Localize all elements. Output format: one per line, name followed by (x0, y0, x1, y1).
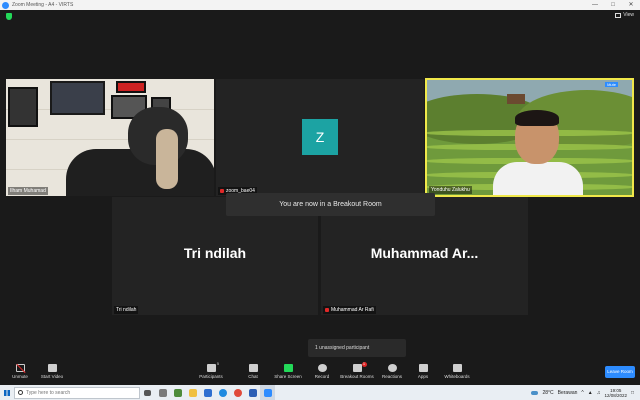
window-title: Zoom Meeting - A4 - VIRTS (12, 2, 74, 8)
whiteboards-button[interactable]: Whiteboards (437, 364, 477, 379)
close-button[interactable]: ✕ (622, 0, 640, 10)
meeting-toolbar: Unmute Start Video 5 Participants Chat S… (0, 362, 640, 384)
meeting-top-bar: View (0, 10, 640, 24)
mic-muted-icon (325, 308, 329, 312)
taskbar-app-5[interactable] (215, 385, 230, 400)
taskbar-app-1[interactable] (155, 385, 170, 400)
zoom-logo-icon (2, 1, 9, 9)
network-icon[interactable]: ▲ (588, 390, 593, 396)
start-video-button[interactable]: Start Video (32, 364, 72, 379)
record-icon (317, 364, 327, 372)
system-tray: 28°C Berawan ^ ▲ ♫ 19:05 12/08/2022 □ (531, 388, 640, 398)
participant-body (493, 162, 583, 195)
record-button[interactable]: Record (302, 364, 342, 379)
weather-text[interactable]: Berawan (558, 390, 578, 396)
participants-icon: 5 (206, 362, 219, 372)
chevron-up-icon[interactable]: ^ (581, 390, 583, 396)
participant-display-name: Muhammad Ar... (370, 245, 479, 261)
task-view-button[interactable] (140, 385, 155, 400)
apps-icon (418, 364, 428, 372)
search-input[interactable] (26, 389, 126, 396)
taskbar-app-3[interactable] (185, 385, 200, 400)
view-button[interactable]: View (615, 12, 634, 18)
picture-frame (8, 87, 38, 127)
start-button[interactable] (0, 385, 14, 400)
participant-name-label: Tri ndilah (114, 306, 139, 314)
word-icon (248, 388, 257, 397)
participant-name-label: Ilham Muhamad (8, 187, 48, 195)
folder-icon (188, 388, 197, 397)
window-controls: — □ ✕ (586, 0, 640, 10)
video-tile-yonduhu[interactable]: Mute Yonduhu Zalukhu (425, 78, 634, 197)
participant-hair (515, 110, 559, 126)
windows-logo-icon (4, 389, 10, 396)
taskbar-app-6[interactable] (230, 385, 245, 400)
participants-button[interactable]: 5 Participants (191, 362, 231, 379)
notifications-icon[interactable]: □ (631, 390, 634, 396)
chrome-icon (233, 388, 242, 397)
chat-icon (248, 364, 258, 372)
reactions-icon (387, 364, 397, 372)
avatar: Z (302, 119, 338, 155)
edge-icon (218, 388, 227, 397)
participant-display-name: Tri ndilah (183, 245, 247, 261)
participant-arm (156, 129, 178, 189)
taskbar-app-4[interactable] (200, 385, 215, 400)
breakout-rooms-icon: 1 (352, 362, 367, 372)
maximize-button[interactable]: □ (604, 0, 622, 10)
weather-icon (531, 390, 539, 395)
unassigned-participant-popup[interactable]: 1 unassigned participant (308, 339, 406, 357)
volume-icon[interactable]: ♫ (597, 390, 601, 396)
mute-tag[interactable]: Mute (605, 82, 618, 87)
breakout-rooms-button[interactable]: 1 Breakout Rooms (337, 362, 377, 379)
task-view-icon (144, 389, 151, 396)
weather-temp[interactable]: 28°C (542, 390, 553, 396)
share-screen-icon (283, 364, 293, 372)
clock[interactable]: 19:05 12/08/2022 (604, 388, 627, 398)
mail-icon (203, 388, 212, 397)
search-icon (18, 390, 23, 395)
view-label: View (623, 12, 634, 18)
participant-name-label: Muhammad Ar Rafi (323, 306, 376, 314)
taskbar-app-7[interactable] (245, 385, 260, 400)
breakout-room-banner: You are now in a Breakout Room (226, 193, 435, 216)
windows-taskbar: 28°C Berawan ^ ▲ ♫ 19:05 12/08/2022 □ (0, 385, 640, 400)
mic-muted-icon (15, 364, 25, 372)
zoom-window: Zoom Meeting - A4 - VIRTS — □ ✕ View Ilh… (0, 0, 640, 400)
grid-view-icon (615, 12, 622, 18)
picture-frame (116, 81, 146, 93)
app-icon (173, 388, 182, 397)
security-shield-icon[interactable] (6, 13, 12, 20)
taskbar-app-2[interactable] (170, 385, 185, 400)
background-house (507, 94, 525, 104)
taskbar-app-zoom[interactable] (260, 385, 275, 400)
minimize-button[interactable]: — (586, 0, 604, 10)
video-off-icon (47, 364, 57, 372)
taskbar-search[interactable] (14, 386, 140, 399)
whiteboard-icon (452, 364, 462, 372)
video-tile-ilham[interactable]: Ilham Muhamad (6, 79, 214, 196)
zoom-icon (263, 388, 272, 397)
video-tile-zoom-bae04[interactable]: Z zoom_bae04 (216, 79, 424, 196)
chat-button[interactable]: Chat (233, 364, 273, 379)
title-bar: Zoom Meeting - A4 - VIRTS — □ ✕ (0, 0, 640, 10)
app-icon (158, 388, 167, 397)
picture-frame (50, 81, 105, 115)
mic-muted-icon (220, 189, 224, 193)
participant-name-label: Yonduhu Zalukhu (429, 186, 472, 194)
leave-room-button[interactable]: Leave Room (605, 366, 635, 378)
